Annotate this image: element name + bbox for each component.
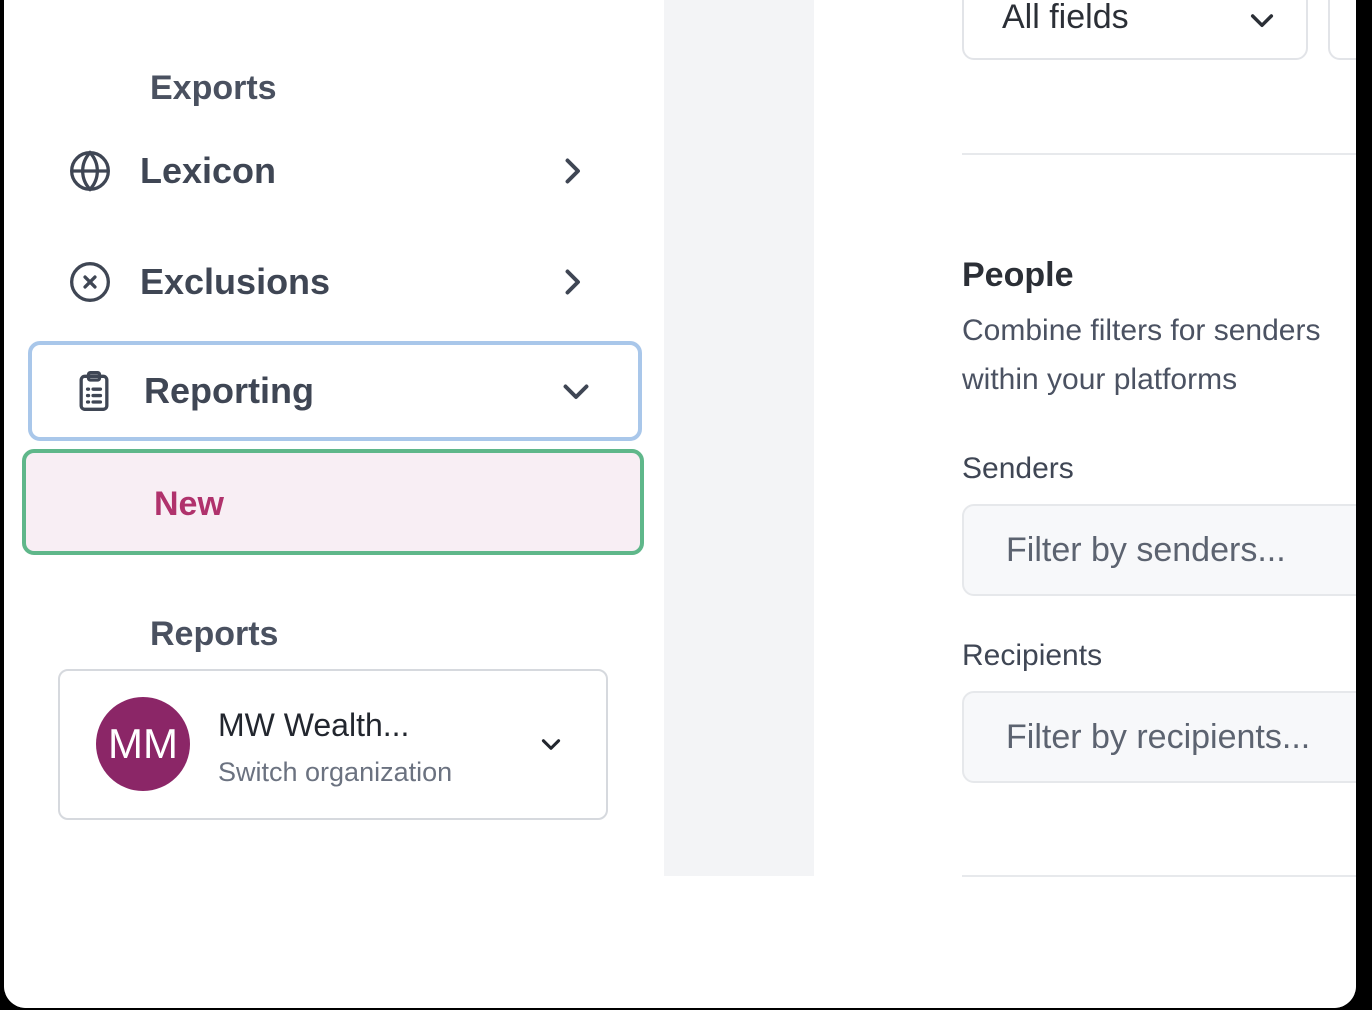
chevron-down-icon	[1250, 14, 1274, 28]
avatar: MM	[96, 697, 190, 791]
senders-filter-input[interactable]	[962, 504, 1356, 596]
sidebar-item-label: Exports	[150, 68, 277, 107]
chevron-right-icon	[565, 269, 580, 295]
divider	[962, 153, 1356, 155]
panel-divider	[664, 0, 814, 876]
sidebar-item-label: Reporting	[144, 370, 314, 411]
clipboard-list-icon	[79, 371, 109, 411]
recipients-label: Recipients	[962, 639, 1103, 672]
organization-switch-hint: Switch organization	[218, 757, 453, 787]
globe-icon	[70, 150, 110, 192]
people-section-title: People	[962, 256, 1074, 294]
sidebar-item-label: Reports	[150, 614, 279, 653]
description-line: within your platforms	[962, 363, 1238, 396]
organization-switcher[interactable]: MM MW Wealth... Switch organization	[58, 669, 608, 820]
sidebar-subitem-new[interactable]: New	[22, 449, 644, 555]
field-select[interactable]: All fields	[962, 0, 1308, 60]
app-window: Exports Lexicon Exclusions Reporting New…	[4, 0, 1356, 1008]
sidebar-item-label: Lexicon	[140, 150, 277, 191]
senders-label: Senders	[962, 452, 1074, 485]
sidebar-item-lexicon[interactable]: Lexicon	[24, 121, 644, 221]
chevron-down-icon	[541, 739, 561, 750]
chevron-down-icon	[563, 384, 589, 399]
sidebar-item-reporting[interactable]: Reporting	[28, 341, 642, 441]
field-select-value: All fields	[1002, 0, 1129, 36]
filters-panel: All fields People Combine filters for se…	[814, 0, 1356, 1008]
sidebar-item-exclusions[interactable]: Exclusions	[24, 232, 644, 332]
x-circle-icon	[70, 262, 110, 302]
sidebar: Exports Lexicon Exclusions Reporting New…	[4, 0, 664, 1008]
people-section-description: Combine filters for senders within your …	[962, 306, 1356, 404]
description-line: Combine filters for senders	[962, 314, 1321, 347]
divider	[962, 875, 1356, 877]
recipients-filter-input[interactable]	[962, 691, 1356, 783]
organization-name: MW Wealth...	[218, 707, 410, 743]
sidebar-item-label: Exclusions	[140, 261, 331, 302]
secondary-select[interactable]	[1328, 0, 1356, 60]
sidebar-item-label: New	[154, 485, 224, 523]
chevron-right-icon	[565, 158, 580, 184]
